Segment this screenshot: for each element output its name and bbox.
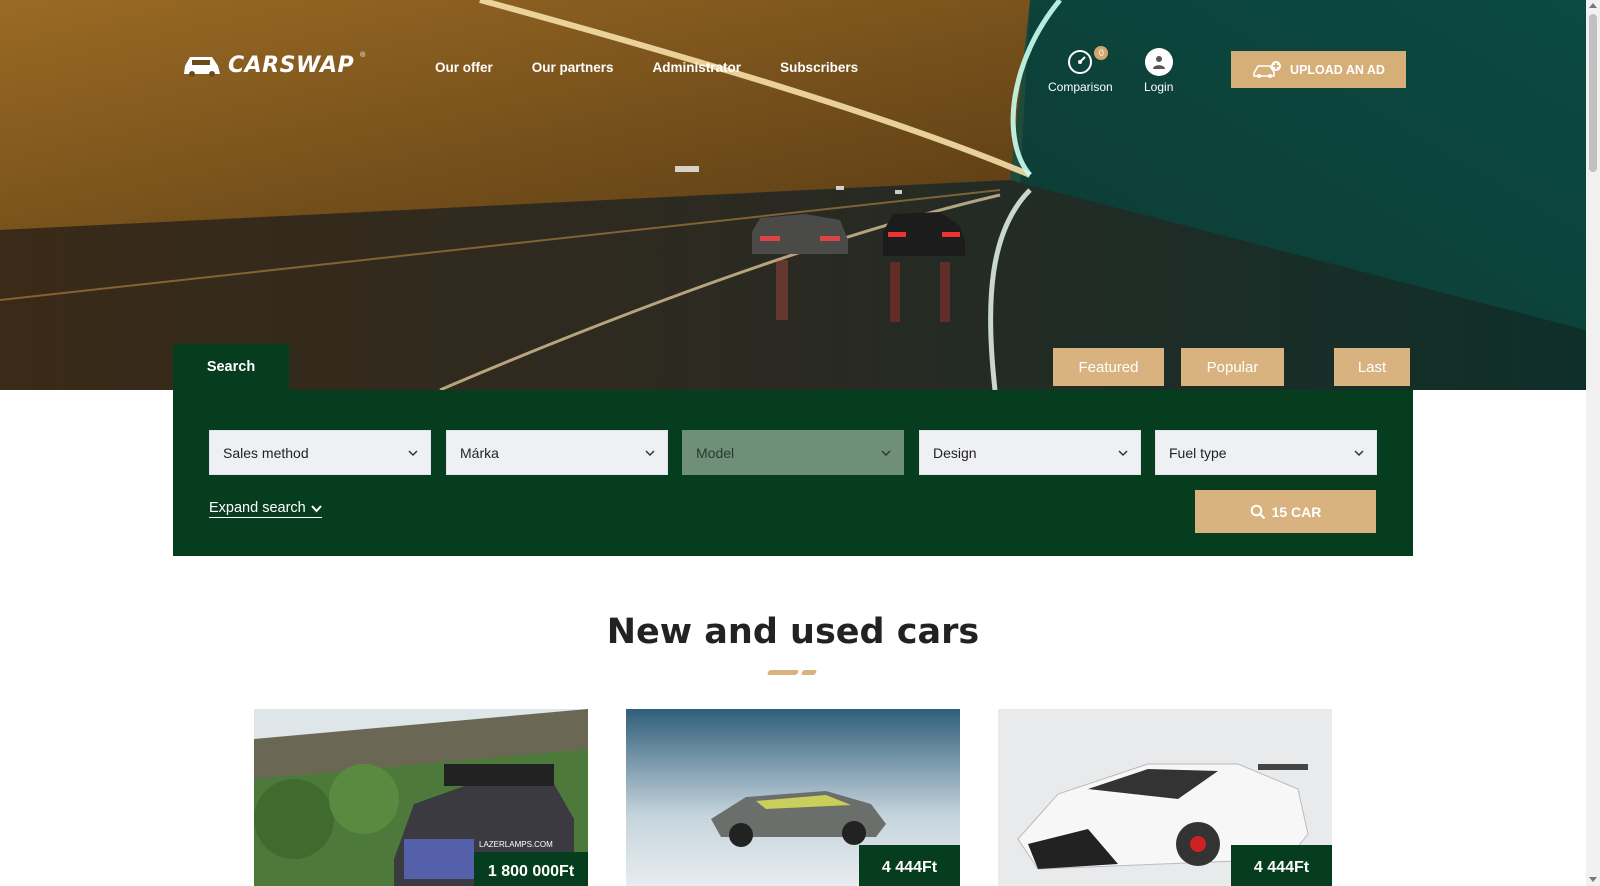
- car-price: 1 800 000Ft: [474, 852, 588, 886]
- search-icon: [1250, 504, 1265, 519]
- chevron-down-icon: [1118, 449, 1128, 456]
- tab-search[interactable]: Search: [173, 344, 289, 390]
- brand-select[interactable]: Márka: [446, 430, 668, 475]
- nav-our-offer[interactable]: Our offer: [435, 60, 493, 75]
- search-submit-button[interactable]: 15 CAR: [1195, 490, 1376, 533]
- model-select[interactable]: Model: [682, 430, 904, 475]
- chevron-down-icon: [408, 449, 418, 456]
- nav-our-partners[interactable]: Our partners: [532, 60, 614, 75]
- tab-featured[interactable]: Featured: [1053, 348, 1164, 386]
- page: CARSWAP ® Our offer Our partners Adminis…: [0, 0, 1586, 886]
- hero-banner: CARSWAP ® Our offer Our partners Adminis…: [0, 0, 1586, 390]
- fuel-type-select[interactable]: Fuel type: [1155, 430, 1377, 475]
- title-accent-line: [800, 670, 818, 675]
- login-button[interactable]: Login: [1144, 48, 1173, 94]
- nav-administrator[interactable]: Administrator: [653, 60, 742, 75]
- scrollbar-thumb[interactable]: [1589, 14, 1597, 172]
- speedometer-icon: 0: [1066, 46, 1109, 76]
- fuel-type-value: Fuel type: [1169, 444, 1227, 461]
- logo-text: CARSWAP: [228, 52, 355, 78]
- expand-search-link[interactable]: Expand search: [209, 500, 322, 518]
- search-result-count: 15 CAR: [1271, 503, 1322, 520]
- chevron-down-icon: [310, 504, 322, 512]
- brand-value: Márka: [460, 444, 499, 461]
- car-price: 4 444Ft: [1231, 845, 1332, 886]
- chevron-down-icon: [881, 449, 891, 456]
- logo-registered-mark: ®: [360, 51, 366, 59]
- design-select[interactable]: Design: [919, 430, 1141, 475]
- car-price: 4 444Ft: [859, 845, 960, 886]
- car-card[interactable]: 4 444Ft: [626, 709, 960, 886]
- scroll-up-arrow-icon[interactable]: [1589, 3, 1597, 8]
- section-title: New and used cars: [606, 612, 980, 652]
- comparison-label: Comparison: [1048, 80, 1113, 94]
- chevron-down-icon: [645, 449, 655, 456]
- car-left: [752, 214, 848, 254]
- sales-method-value: Sales method: [223, 444, 309, 461]
- tab-popular[interactable]: Popular: [1181, 348, 1284, 386]
- car-plus-icon: [1253, 60, 1282, 78]
- carswap-logo[interactable]: CARSWAP ®: [182, 52, 365, 78]
- expand-search-label: Expand search: [209, 500, 306, 516]
- car-card[interactable]: LAZERLAMPS.COM 1 800 000Ft: [254, 709, 588, 886]
- main-nav: Our offer Our partners Administrator Sub…: [435, 60, 858, 75]
- car-logo-icon: [184, 57, 220, 77]
- search-panel: Sales method Márka Model Design Fuel typ…: [173, 390, 1413, 556]
- page-scrollbar[interactable]: [1586, 0, 1600, 886]
- login-label: Login: [1144, 80, 1174, 94]
- chevron-down-icon: [1354, 449, 1364, 456]
- comparison-button[interactable]: 0 Comparison: [1048, 46, 1113, 94]
- model-value: Model: [696, 444, 735, 461]
- title-accent-line: [766, 670, 800, 675]
- nav-subscribers[interactable]: Subscribers: [780, 60, 858, 75]
- svg-text:LAZERLAMPS.COM: LAZERLAMPS.COM: [479, 840, 553, 849]
- comparison-count-badge: 0: [1094, 46, 1109, 60]
- car-card[interactable]: 4 444Ft: [998, 709, 1332, 886]
- upload-ad-label: UPLOAD AN AD: [1290, 62, 1385, 77]
- sales-method-select[interactable]: Sales method: [209, 430, 431, 475]
- design-value: Design: [933, 444, 977, 461]
- tab-last[interactable]: Last: [1334, 348, 1410, 386]
- upload-ad-button[interactable]: UPLOAD AN AD: [1231, 51, 1406, 88]
- scroll-down-arrow-icon[interactable]: [1589, 877, 1597, 882]
- user-icon: [1144, 48, 1173, 76]
